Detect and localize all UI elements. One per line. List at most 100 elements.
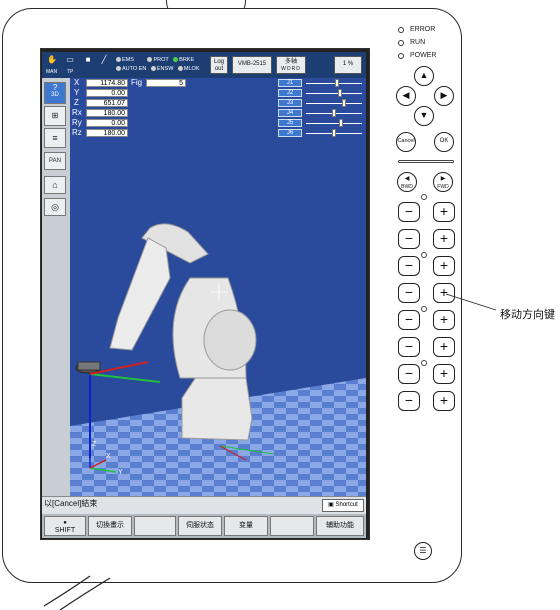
list-button[interactable]: ≡ — [44, 128, 66, 148]
world-x-label: X — [106, 453, 111, 460]
panel-divider — [398, 160, 454, 163]
fwd-label: FWD — [437, 184, 449, 190]
fkey-shift[interactable]: ● SHIFT — [44, 516, 86, 536]
robot-shoulder — [203, 309, 257, 371]
jog-top-dot — [421, 194, 427, 200]
help-icon: ? — [52, 83, 58, 92]
coord-value-y[interactable]: 0.00 — [86, 89, 128, 97]
tp-label: TP — [67, 69, 74, 75]
coord-value-rx[interactable]: 180.00 — [86, 109, 128, 117]
world-y-label: Y — [118, 469, 123, 476]
bwd-button[interactable]: ◀ BWD — [397, 172, 417, 192]
joint-slider-track-2[interactable] — [306, 93, 362, 94]
tool-frame-button[interactable]: ⊞ — [44, 106, 66, 126]
stop-square-icon[interactable]: ■ — [80, 55, 96, 73]
multi-axis-sub: WORD — [281, 66, 301, 72]
multi-axis-button[interactable]: 多轴 WORD — [276, 56, 306, 74]
coord-value-x[interactable]: 1174.80 — [86, 79, 128, 87]
coord-label-ry: Ry — [72, 118, 82, 127]
indicator-row-1: EMS PROT BRKE — [116, 57, 194, 63]
pan-button[interactable]: PAN — [44, 152, 66, 170]
view-3d-label: 3D — [51, 92, 59, 98]
joint-button-5[interactable]: J5 — [278, 119, 302, 127]
robot-model-button[interactable]: VMB-2515 — [232, 56, 272, 74]
jog-plus-button-6[interactable]: + — [433, 337, 455, 357]
fkey-aux-functions[interactable]: 辅助功能 — [316, 516, 364, 536]
jog-minus-button-5[interactable]: − — [398, 310, 420, 330]
joint-slider-knob-5[interactable] — [339, 119, 344, 127]
jog-plus-button-7[interactable]: + — [433, 364, 455, 384]
fkey-empty-1[interactable] — [134, 516, 176, 536]
logout-button[interactable]: Log out — [210, 56, 228, 74]
3d-robot-viewport[interactable]: Z Y X — [70, 78, 366, 496]
joint-button-4[interactable]: J4 — [278, 109, 302, 117]
coord-value-ry[interactable]: 0.00 — [86, 119, 128, 127]
jog-plus-button-1[interactable]: + — [433, 202, 455, 222]
arrow-right-button[interactable]: ▶ — [434, 86, 454, 106]
joint-slider-knob-4[interactable] — [332, 109, 336, 117]
indicator-row-2: AUTO EN ENSW MLOK — [116, 66, 200, 72]
arrow-left-button[interactable]: ◀ — [396, 86, 416, 106]
arrow-up-button[interactable]: ▲ — [414, 66, 434, 86]
joint-slider-track-3[interactable] — [306, 103, 362, 104]
jog-minus-button-1[interactable]: − — [398, 202, 420, 222]
joint-slider-knob-1[interactable] — [334, 79, 339, 87]
joint-button-1[interactable]: J1 — [278, 79, 302, 87]
speed-display[interactable]: 1 % — [334, 56, 362, 74]
jog-minus-button-3[interactable]: − — [398, 256, 420, 276]
jog-plus-button-8[interactable]: + — [433, 391, 455, 411]
multi-axis-label: 多轴 — [284, 59, 297, 65]
fkey-servo-status[interactable]: 伺服状态 — [178, 516, 222, 536]
power-led-label: POWER — [410, 52, 437, 59]
jog-plus-button-3[interactable]: + — [433, 256, 455, 276]
jog-pair-separator-dot — [421, 252, 427, 258]
coord-label-rz: Rz — [72, 128, 82, 137]
joint-button-2[interactable]: J2 — [278, 89, 302, 97]
joint-slider-track-5[interactable] — [306, 123, 362, 124]
coord-label-x: X — [74, 78, 80, 87]
joint-button-3[interactable]: J3 — [278, 99, 302, 107]
reset-view-icon[interactable]: ◎ — [44, 198, 66, 216]
cancel-button[interactable]: Cancel — [396, 132, 416, 152]
arrow-down-button[interactable]: ▼ — [414, 106, 434, 126]
y-axis-line — [89, 373, 161, 383]
fkey-empty-2[interactable] — [270, 516, 314, 536]
jog-plus-button-2[interactable]: + — [433, 229, 455, 249]
jog-minus-button-6[interactable]: − — [398, 337, 420, 357]
jog-minus-button-7[interactable]: − — [398, 364, 420, 384]
error-led-label: ERROR — [410, 26, 436, 33]
shortcut-label: Shortcut — [335, 502, 358, 508]
joint-slider-knob-3[interactable] — [342, 99, 347, 107]
joint-slider-knob-2[interactable] — [338, 89, 343, 97]
shortcut-button[interactable]: ▣ Shortcut — [322, 499, 364, 512]
wrench-icon[interactable]: ╱ — [96, 55, 112, 73]
robot-base — [181, 373, 253, 441]
ok-button[interactable]: OK — [434, 132, 454, 152]
joint-button-6[interactable]: J6 — [278, 129, 302, 137]
view-3d-button[interactable]: ? 3D — [44, 82, 66, 104]
world-z-label: Z — [92, 441, 97, 448]
jog-minus-button-2[interactable]: − — [398, 229, 420, 249]
joint-slider-knob-6[interactable] — [332, 129, 336, 137]
fkey-variables[interactable]: 变量 — [224, 516, 268, 536]
power-led — [398, 53, 404, 59]
callout-label: 移动方向键 — [500, 309, 555, 321]
coord-value-z[interactable]: 651.07 — [86, 99, 128, 107]
fkey-switch-display[interactable]: 切換畫示 — [88, 516, 132, 536]
fig-value[interactable]: 5 — [146, 79, 186, 87]
fkey-shift-label: SHIFT — [54, 527, 76, 534]
bwd-label: BWD — [401, 184, 413, 190]
menu-button[interactable]: ☰ — [414, 542, 432, 560]
coord-label-y: Y — [74, 88, 80, 97]
jog-minus-button-4[interactable]: − — [398, 283, 420, 303]
error-led — [398, 27, 404, 33]
coord-value-rz[interactable]: 180.00 — [86, 129, 128, 137]
fwd-button[interactable]: ▶ FWD — [433, 172, 453, 192]
jog-minus-button-8[interactable]: − — [398, 391, 420, 411]
home-icon[interactable]: ⌂ — [44, 176, 66, 194]
hand-mode-label: MAN — [46, 69, 58, 75]
robot-forearm — [109, 237, 171, 351]
jog-pair-separator-dot — [421, 360, 427, 366]
robot-scene: Z Y X — [70, 223, 366, 496]
pendant-strap — [43, 575, 111, 610]
